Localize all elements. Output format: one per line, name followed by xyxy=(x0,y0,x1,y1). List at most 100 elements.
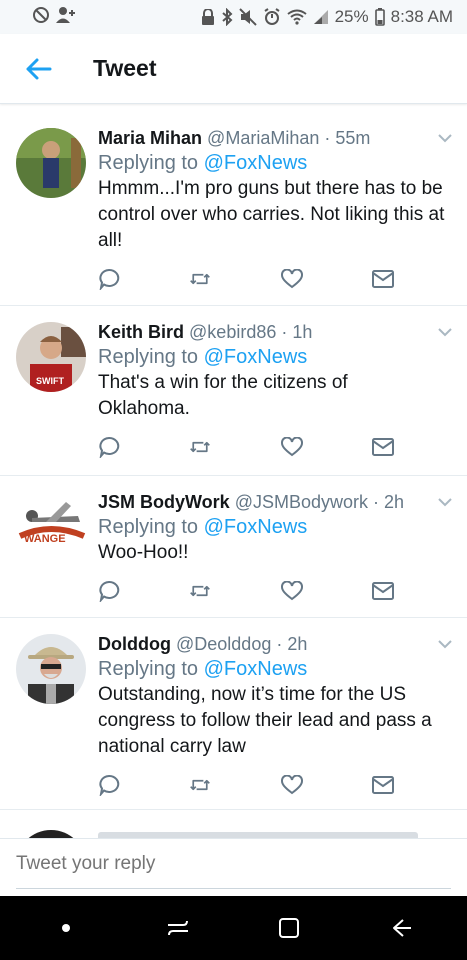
tweet-actions xyxy=(98,436,394,458)
retweet-button[interactable] xyxy=(189,436,211,458)
tweet-handle: @JSMBodywork xyxy=(234,492,369,512)
status-right: 25% 8:38 AM xyxy=(201,7,453,27)
like-button[interactable] xyxy=(280,268,303,290)
alarm-icon xyxy=(263,8,281,26)
retweet-button[interactable] xyxy=(189,774,211,796)
tweet-text: That's a win for the citizens of Oklahom… xyxy=(98,372,348,419)
reply-input[interactable] xyxy=(16,839,451,889)
nav-dot-button[interactable] xyxy=(36,903,96,953)
replying-prefix: Replying to xyxy=(98,658,204,680)
tweet-author-name[interactable]: Dolddog xyxy=(98,634,171,654)
home-button[interactable] xyxy=(259,903,319,953)
avatar[interactable] xyxy=(16,830,86,838)
recent-apps-icon xyxy=(167,920,188,936)
reply-button[interactable] xyxy=(98,268,120,290)
tweet-header: Maria Mihan @MariaMihan · 55m xyxy=(98,126,451,150)
battery-icon xyxy=(374,8,385,26)
avatar[interactable]: SWIFT xyxy=(16,322,86,392)
envelope-icon xyxy=(371,438,394,456)
tweet-text: Outstanding, now it’s time for the US co… xyxy=(98,684,432,757)
like-button[interactable] xyxy=(280,436,303,458)
reply-button[interactable] xyxy=(98,436,120,458)
tweet-time: · 2h xyxy=(373,492,405,512)
retweet-button[interactable] xyxy=(189,268,211,290)
recent-apps-button[interactable] xyxy=(148,903,208,953)
wifi-icon xyxy=(286,9,307,25)
status-time: 8:38 AM xyxy=(390,7,453,26)
heart-icon xyxy=(280,269,303,289)
retweet-icon xyxy=(190,585,211,597)
tweet-text: Hmmm...I'm pro guns but there has to be … xyxy=(98,178,445,251)
direct-message-button[interactable] xyxy=(371,268,394,290)
battery-percent: 25% xyxy=(334,7,369,26)
like-button[interactable] xyxy=(280,774,303,796)
svg-text:SWIFT: SWIFT xyxy=(36,376,64,386)
direct-message-button[interactable] xyxy=(371,774,394,796)
home-square-icon xyxy=(279,918,300,938)
mention-link[interactable]: @FoxNews xyxy=(204,658,308,680)
mention-link[interactable]: @FoxNews xyxy=(204,516,308,538)
system-back-button[interactable] xyxy=(371,903,431,953)
chevron-down-icon[interactable] xyxy=(437,324,453,342)
reply-icon xyxy=(99,268,120,290)
heart-icon xyxy=(280,437,303,457)
tweet-actions xyxy=(98,580,394,602)
tweet-author-name[interactable]: JSM BodyWork xyxy=(98,492,230,512)
tweet-actions xyxy=(98,774,394,796)
reply-icon xyxy=(99,580,120,602)
reply-icon xyxy=(99,436,120,458)
direct-message-button[interactable] xyxy=(371,580,394,602)
back-button[interactable] xyxy=(8,34,68,104)
add-person-icon xyxy=(56,6,76,29)
app-header: Tweet xyxy=(0,34,467,104)
do-not-disturb-icon xyxy=(32,6,50,29)
retweet-icon xyxy=(190,779,211,791)
chevron-down-icon[interactable] xyxy=(437,636,453,654)
mention-link[interactable]: @FoxNews xyxy=(204,152,308,174)
avatar[interactable] xyxy=(16,128,86,198)
heart-icon xyxy=(280,581,303,601)
tweet-item[interactable]: SWIFT Keith Bird @kebird86 · 1h Replying… xyxy=(0,306,467,476)
reply-button[interactable] xyxy=(98,580,120,602)
chevron-down-icon[interactable] xyxy=(437,494,453,512)
status-bar: 25% 8:38 AM xyxy=(0,0,467,34)
reply-button[interactable] xyxy=(98,774,120,796)
replying-to: Replying to @FoxNews xyxy=(98,344,451,370)
like-button[interactable] xyxy=(280,580,303,602)
mention-link[interactable]: @FoxNews xyxy=(204,346,308,368)
retweet-button[interactable] xyxy=(189,580,211,602)
tweet-item[interactable]: Dolddog @Deolddog · 2h Replying to @FoxN… xyxy=(0,618,467,810)
tweet-item[interactable]: WANGE JSM BodyWork @JSMBodywork · 2h Rep… xyxy=(0,476,467,618)
tweet-handle: @MariaMihan xyxy=(207,128,320,148)
heart-icon xyxy=(280,775,303,795)
system-back-icon xyxy=(393,919,412,937)
replying-to: Replying to @FoxNews xyxy=(98,656,451,682)
bluetooth-icon xyxy=(221,8,233,26)
tweet-header: JSM BodyWork @JSMBodywork · 2h xyxy=(98,490,451,514)
dot-icon xyxy=(61,924,70,932)
reply-icon xyxy=(99,774,120,796)
envelope-icon xyxy=(371,776,394,794)
mute-icon xyxy=(238,8,257,26)
retweet-icon xyxy=(190,273,211,285)
tweet-item[interactable]: Maria Mihan @MariaMihan · 55m Replying t… xyxy=(0,112,467,306)
direct-message-button[interactable] xyxy=(371,436,394,458)
avatar[interactable]: WANGE xyxy=(16,492,86,562)
tweet-time: · 1h xyxy=(281,322,313,342)
tweet-actions xyxy=(98,268,394,290)
tweet-header: Dolddog @Deolddog · 2h xyxy=(98,632,451,656)
replying-to: Replying to @FoxNews xyxy=(98,514,451,540)
lock-icon xyxy=(201,9,215,25)
replying-to: Replying to @FoxNews xyxy=(98,150,451,176)
replying-prefix: Replying to xyxy=(98,346,204,368)
tweet-item-partial[interactable] xyxy=(0,810,467,838)
chevron-down-icon[interactable] xyxy=(437,130,453,148)
retweet-icon xyxy=(190,441,211,453)
status-left xyxy=(32,6,76,29)
tweet-handle: @Deolddog xyxy=(176,634,272,654)
avatar[interactable] xyxy=(16,634,86,704)
tweet-author-name[interactable]: Maria Mihan xyxy=(98,128,202,148)
replies-feed[interactable]: Maria Mihan @MariaMihan · 55m Replying t… xyxy=(0,112,467,838)
tweet-author-name[interactable]: Keith Bird xyxy=(98,322,184,342)
reply-composer xyxy=(0,838,467,896)
